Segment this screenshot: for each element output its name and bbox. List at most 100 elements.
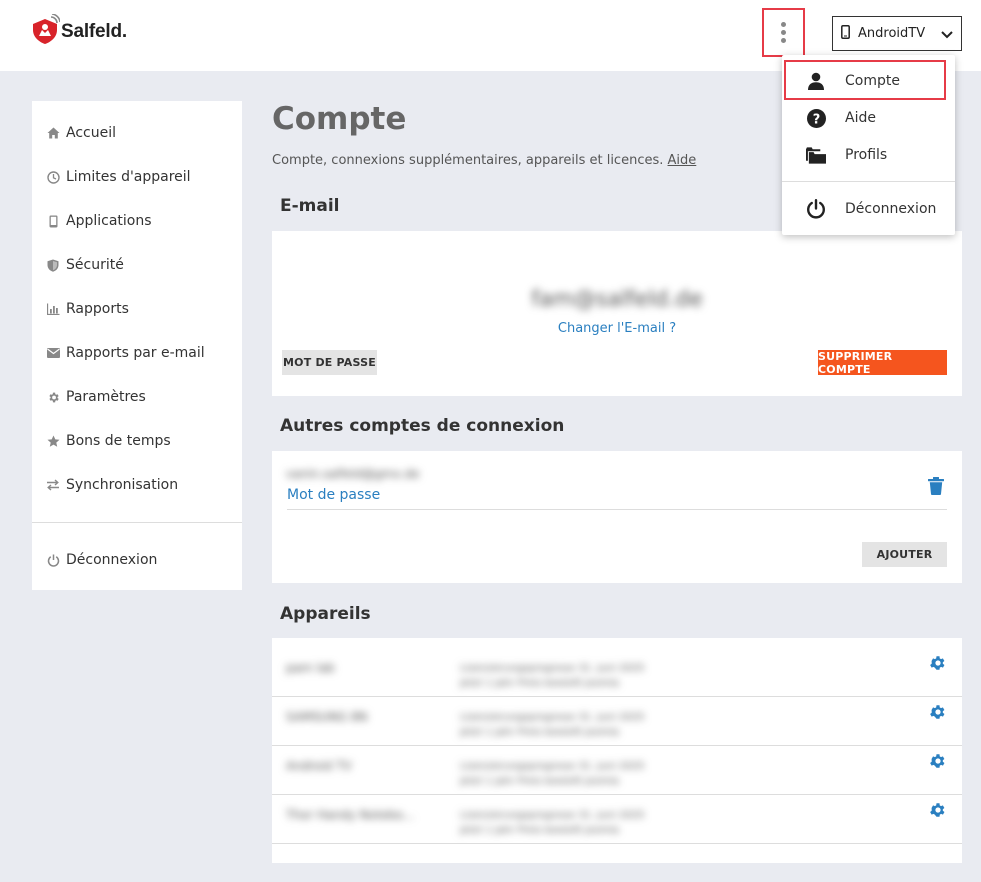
device-info: Lizenzierungsprognose 31. Juni 2025 Jetz… — [460, 759, 644, 789]
other-account-email: vanin.salfeld@gmx.de — [286, 467, 420, 481]
add-account-button[interactable]: AJOUTER — [862, 542, 947, 567]
dropdown-item-compte[interactable]: Compte — [782, 66, 955, 96]
page-subtitle: Compte, connexions supplémentaires, appa… — [272, 153, 696, 168]
sidebar-item-label: Sécurité — [66, 257, 124, 273]
email-card: fam@salfeld.de Changer l'E-mail ? MOT DE… — [272, 231, 962, 396]
device-name: Android TV — [286, 759, 352, 773]
device-row: Android TV Lizenzierungsprognose 31. Jun… — [272, 745, 962, 794]
device-info: Lizenzierungsprognose 31. Juni 2025 Jetz… — [460, 661, 644, 691]
device-settings-gear-icon[interactable] — [929, 703, 947, 721]
sidebar-item-applications[interactable]: Applications — [46, 209, 152, 233]
dropdown-item-label: Aide — [845, 110, 876, 126]
help-link[interactable]: Aide — [668, 153, 697, 168]
other-accounts-section-title: Autres comptes de connexion — [280, 416, 565, 436]
svg-text:?: ? — [812, 112, 820, 127]
sidebar-item-bons-de-temps[interactable]: Bons de temps — [46, 429, 171, 453]
delete-account-button[interactable]: SUPPRIMER COMPTE — [818, 350, 947, 376]
device-settings-gear-icon[interactable] — [929, 752, 947, 770]
page-title: Compte — [272, 101, 407, 137]
gear-icon — [46, 390, 60, 404]
device-info-line: Jetzt 1 Jahr Preis bestellt Joomla — [460, 776, 619, 787]
kebab-dot — [781, 22, 786, 27]
device-settings-gear-icon[interactable] — [929, 654, 947, 672]
device-settings-gear-icon[interactable] — [929, 801, 947, 819]
clock-icon — [46, 170, 60, 184]
device-info-line: Jetzt 1 Jahr Preis bestellt Joomla — [460, 825, 619, 836]
question-circle-icon: ? — [806, 108, 826, 128]
more-menu-button[interactable] — [762, 8, 805, 57]
other-account-password-link[interactable]: Mot de passe — [287, 487, 380, 503]
sidebar-item-label: Déconnexion — [66, 552, 158, 568]
kebab-dot — [781, 30, 786, 35]
dropdown-item-label: Déconnexion — [845, 201, 937, 217]
device-selector-label: AndroidTV — [858, 26, 926, 41]
mobile-phone-icon — [841, 24, 850, 43]
dropdown-item-aide[interactable]: ? Aide — [782, 103, 955, 133]
brand-name: Salfeld. — [61, 21, 127, 42]
sidebar-item-securite[interactable]: Sécurité — [46, 253, 124, 277]
account-dropdown-menu: Compte ? Aide Profils Déconnexion — [782, 55, 955, 235]
sidebar-item-label: Rapports par e-mail — [66, 345, 205, 361]
account-email: fam@salfeld.de — [531, 287, 703, 312]
devices-section-title: Appareils — [280, 604, 371, 624]
chevron-down-icon — [941, 24, 953, 43]
folders-icon — [806, 145, 826, 165]
device-info-line: Jetzt 1 Jahr Preis bestellt Joomla — [460, 678, 619, 689]
device-info-line: Lizenzierungsprognose 31. Juni 2025 — [460, 810, 645, 821]
sidebar-item-label: Rapports — [66, 301, 129, 317]
sidebar-item-rapports-email[interactable]: Rapports par e-mail — [46, 341, 205, 365]
device-name: pam lab — [286, 661, 335, 675]
sidebar-item-rapports[interactable]: Rapports — [46, 297, 129, 321]
device-info-line: Lizenzierungsprognose 31. Juni 2025 — [460, 712, 645, 723]
phone-icon — [46, 214, 60, 228]
sidebar-item-label: Applications — [66, 213, 152, 229]
bar-chart-icon — [46, 302, 60, 316]
devices-card: pam lab Lizenzierungsprognose 31. Juni 2… — [272, 638, 962, 863]
power-icon — [46, 553, 60, 567]
device-row: SAMSUNG 8N Lizenzierungsprognose 31. Jun… — [272, 696, 962, 745]
device-name: Thor Handy Notebo... — [286, 808, 415, 822]
envelope-icon — [46, 346, 60, 360]
device-name: SAMSUNG 8N — [286, 710, 368, 724]
device-selector[interactable]: AndroidTV — [832, 16, 962, 51]
device-info: Lizenzierungsprognose 31. Juni 2025 Jetz… — [460, 808, 644, 838]
device-info-line: Lizenzierungsprognose 31. Juni 2025 — [460, 761, 645, 772]
shield-icon — [46, 258, 60, 272]
salfeld-logo-icon — [30, 13, 61, 44]
sidebar-item-label: Accueil — [66, 125, 116, 141]
sidebar-item-deconnexion[interactable]: Déconnexion — [46, 548, 157, 572]
dropdown-divider — [782, 181, 955, 182]
dropdown-item-label: Compte — [845, 73, 900, 89]
sidebar-item-label: Limites d'appareil — [66, 169, 191, 185]
sidebar-item-label: Bons de temps — [66, 433, 171, 449]
sidebar-item-accueil[interactable]: Accueil — [46, 121, 116, 145]
user-icon — [806, 71, 826, 91]
email-section-title: E-mail — [280, 196, 340, 216]
device-row: Thor Handy Notebo... Lizenzierungsprogno… — [272, 794, 962, 843]
home-icon — [46, 126, 60, 140]
device-info-line: Jetzt 1 Jahr Preis bestellt Joomla — [460, 727, 619, 738]
sidebar-item-synchronisation[interactable]: Synchronisation — [46, 473, 178, 497]
dropdown-item-deconnexion[interactable]: Déconnexion — [782, 194, 955, 224]
sidebar-item-label: Paramètres — [66, 389, 146, 405]
trash-icon[interactable] — [928, 477, 944, 499]
device-info-line: Lizenzierungsprognose 31. Juni 2025 — [460, 663, 645, 674]
sidebar-item-parametres[interactable]: Paramètres — [46, 385, 146, 409]
sidebar-divider — [32, 522, 242, 523]
dropdown-item-profils[interactable]: Profils — [782, 140, 955, 170]
password-button[interactable]: MOT DE PASSE — [282, 350, 377, 375]
kebab-dot — [781, 38, 786, 43]
sidebar-item-limites[interactable]: Limites d'appareil — [46, 165, 191, 189]
sidebar-item-label: Synchronisation — [66, 477, 179, 493]
page-subtitle-text: Compte, connexions supplémentaires, appa… — [272, 153, 664, 168]
sidebar: Accueil Limites d'appareil Applications … — [32, 101, 242, 590]
row-divider — [287, 509, 947, 510]
salfeld-logo[interactable]: Salfeld. — [30, 13, 127, 44]
row-divider — [272, 843, 962, 844]
star-icon — [46, 434, 60, 448]
dropdown-item-label: Profils — [845, 147, 888, 163]
device-row: pam lab Lizenzierungsprognose 31. Juni 2… — [272, 647, 962, 696]
change-email-link[interactable]: Changer l'E-mail ? — [272, 321, 962, 336]
power-icon — [806, 199, 826, 219]
sync-icon — [46, 478, 60, 492]
